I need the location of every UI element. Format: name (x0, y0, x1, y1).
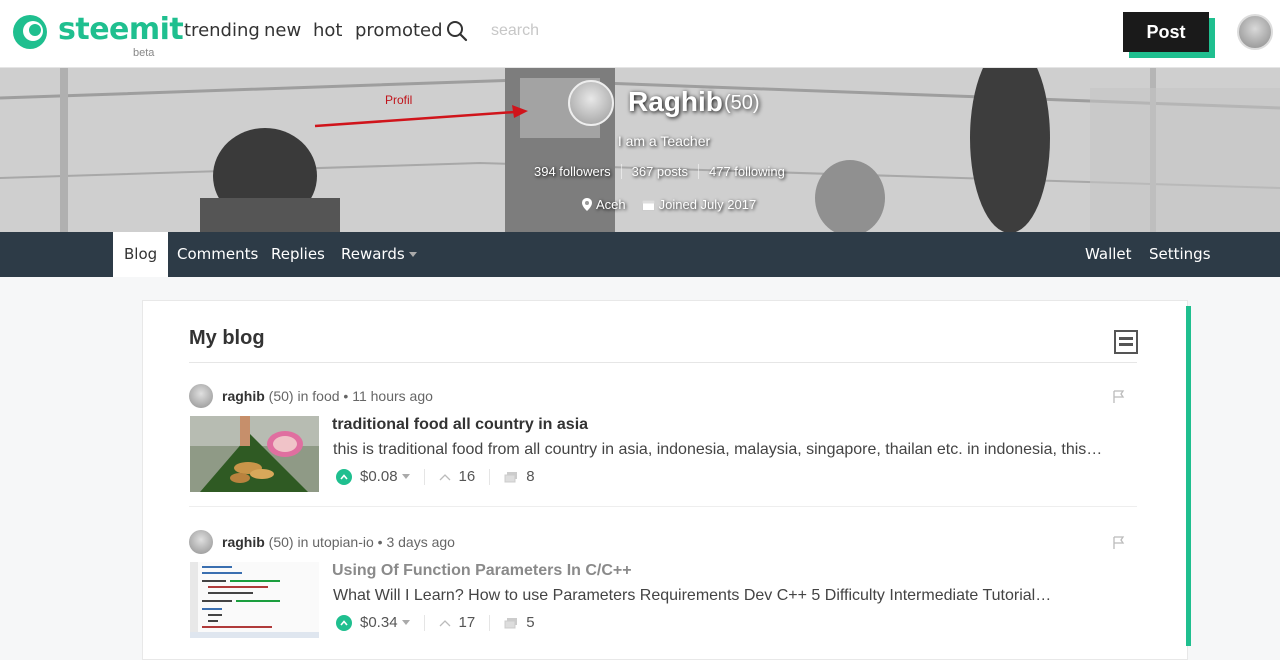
tab-blog[interactable]: Blog (113, 232, 169, 277)
flag-icon[interactable] (1113, 536, 1125, 550)
payout-value[interactable]: $0.34 (360, 614, 410, 631)
search-icon[interactable] (445, 19, 469, 43)
post-byline: raghib (50) in food • 11 hours ago (222, 388, 433, 404)
votes-value: 16 (458, 468, 476, 485)
blog-title: My blog (189, 327, 265, 349)
tab-settings[interactable]: Settings (1138, 232, 1222, 277)
post-title[interactable]: Using Of Function Parameters In C/C++ (332, 562, 632, 580)
joined: Joined July 2017 (641, 197, 757, 212)
post-actions: $0.34 17 5 (336, 614, 535, 631)
payout-amount: $0.34 (360, 614, 398, 631)
search-input[interactable] (485, 16, 705, 46)
votes-count[interactable]: 17 (439, 614, 476, 631)
votes-value: 17 (458, 614, 476, 631)
beta-badge: beta (133, 47, 155, 59)
chevron-down-icon (408, 252, 417, 257)
comments-count[interactable]: 5 (504, 614, 535, 631)
post-divider (189, 506, 1137, 507)
category-prefix: in (297, 388, 309, 404)
chevron-down-icon (401, 474, 410, 479)
profile-about: I am a Teacher (617, 133, 711, 149)
tab-replies[interactable]: Replies (260, 232, 336, 277)
action-divider (423, 468, 425, 485)
author-name[interactable]: raghib (222, 534, 265, 550)
comments-value: 8 (526, 468, 535, 485)
profile-reputation: (50) (724, 92, 760, 114)
card-accent-bar (1186, 306, 1191, 646)
upvote-icon[interactable] (336, 468, 352, 485)
profile-name: Raghib (628, 86, 723, 117)
location: Aceh (582, 197, 626, 212)
profile-tabs: Blog Comments Replies Rewards Wallet Set… (0, 232, 1280, 277)
calendar-icon (641, 199, 655, 211)
post-byline: raghib (50) in utopian-io • 3 days ago (222, 534, 455, 550)
annotation-label: Profil (385, 93, 413, 107)
chevron-down-icon (401, 620, 410, 625)
comments-value: 5 (526, 614, 535, 631)
payout-amount: $0.08 (360, 468, 398, 485)
payout-value[interactable]: $0.08 (360, 468, 410, 485)
steemit-logo[interactable]: steemit beta (10, 10, 184, 59)
followers-count[interactable]: 394 followers (534, 164, 622, 179)
post-thumbnail[interactable] (190, 562, 319, 638)
post-item: raghib (50) in food • 11 hours ago tradi… (189, 384, 1137, 496)
author-reputation: (50) (268, 388, 294, 404)
tab-rewards-label: Rewards (341, 245, 405, 263)
votes-count[interactable]: 16 (439, 468, 476, 485)
profile-meta: Aceh Joined July 2017 (582, 197, 756, 212)
tab-wallet[interactable]: Wallet (1074, 232, 1143, 277)
post-title[interactable]: traditional food all country in asia (332, 416, 588, 434)
author-avatar[interactable] (189, 530, 213, 554)
comment-icon (504, 617, 518, 628)
layout-toggle-icon[interactable] (1114, 330, 1138, 354)
action-divider (489, 468, 491, 485)
profile-avatar[interactable] (568, 80, 614, 126)
post-thumbnail[interactable] (190, 416, 319, 492)
nav-new[interactable]: new (264, 20, 301, 41)
flag-icon[interactable] (1113, 390, 1125, 404)
post-time[interactable]: 11 hours ago (352, 388, 433, 404)
profile-stats: 394 followers 367 posts 477 following (534, 164, 795, 179)
post-excerpt[interactable]: What Will I Learn? How to use Parameters… (333, 587, 1103, 605)
post-button[interactable]: Post (1123, 12, 1209, 52)
comment-icon (504, 471, 518, 482)
location-text: Aceh (596, 197, 626, 212)
top-header: steemit beta trending new hot promoted P… (0, 0, 1280, 68)
tab-rewards[interactable]: Rewards (330, 232, 428, 277)
title-divider (189, 362, 1137, 363)
category-prefix: in (297, 534, 309, 550)
following-count[interactable]: 477 following (699, 164, 795, 179)
author-name[interactable]: raghib (222, 388, 265, 404)
post-category[interactable]: food (312, 388, 339, 404)
author-reputation: (50) (268, 534, 294, 550)
steemit-logo-icon (13, 15, 47, 49)
upvote-icon[interactable] (336, 614, 352, 631)
chevron-up-icon (439, 619, 451, 626)
location-pin-icon (582, 198, 592, 211)
comments-count[interactable]: 8 (504, 468, 535, 485)
action-divider (489, 614, 491, 631)
nav-trending[interactable]: trending (184, 20, 260, 41)
nav-hot[interactable]: hot (313, 20, 342, 41)
logo-text: steemit (58, 12, 184, 47)
posts-count: 367 posts (622, 164, 699, 179)
chevron-up-icon (439, 473, 451, 480)
action-divider (423, 614, 425, 631)
post-actions: $0.08 16 8 (336, 468, 535, 485)
joined-text: Joined July 2017 (658, 197, 757, 212)
user-avatar[interactable] (1237, 14, 1273, 50)
post-excerpt[interactable]: this is traditional food from all countr… (333, 441, 1103, 459)
post-item: raghib (50) in utopian-io • 3 days ago U… (189, 530, 1137, 642)
author-avatar[interactable] (189, 384, 213, 408)
tab-comments[interactable]: Comments (166, 232, 269, 277)
post-category[interactable]: utopian-io (312, 534, 374, 550)
post-time[interactable]: 3 days ago (386, 534, 455, 550)
nav-promoted[interactable]: promoted (355, 20, 443, 41)
